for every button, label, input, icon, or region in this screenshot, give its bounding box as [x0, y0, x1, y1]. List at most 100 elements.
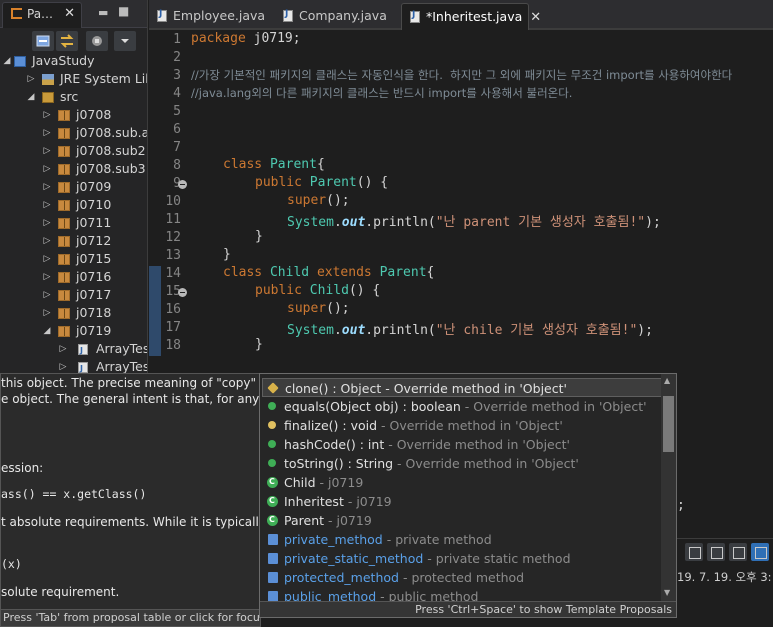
keyword: super	[287, 193, 327, 208]
keyword: class	[223, 157, 263, 172]
proposal-item[interactable]: finalize() : void - Override method in '…	[262, 416, 662, 435]
proposal-item[interactable]: Inheritest - j0719	[262, 491, 662, 511]
proposal-item[interactable]: private_static_method - private static m…	[262, 549, 662, 568]
tree-item[interactable]: ▷ j0718	[0, 304, 147, 322]
tree-item[interactable]: ▷ ArrayTes	[0, 340, 147, 360]
tree-item[interactable]: ▷ j0709	[0, 178, 147, 196]
tree-item[interactable]: ▷ j0708.sub2	[0, 142, 147, 160]
tree-item[interactable]: ▷ j0712	[0, 232, 147, 250]
tree-item[interactable]: ▷ j0716	[0, 268, 147, 286]
proposal-main: finalize() : void	[284, 418, 378, 433]
doc-code-line: ass() == x.getClass()	[1, 487, 147, 501]
maximize-icon[interactable]: ■	[118, 4, 129, 18]
close-icon[interactable]: ✕	[64, 6, 75, 21]
doc-line: solute requirement.	[1, 585, 120, 599]
tree-item[interactable]: ▷ j0715	[0, 250, 147, 268]
view-menu-button[interactable]	[114, 31, 136, 51]
console-clear-icon[interactable]	[685, 543, 703, 561]
tree-item[interactable]: ◢ JavaStudy	[0, 52, 147, 70]
tree-item-label: j0718	[76, 305, 112, 320]
expanded-arrow-icon[interactable]: ◢	[2, 52, 12, 70]
content-assist-popup[interactable]: clone() : Object - Override method in 'O…	[259, 373, 677, 618]
collapsed-arrow-icon[interactable]: ▷	[42, 214, 52, 232]
minimize-icon[interactable]: ▬	[98, 6, 108, 19]
proposal-main: private_method	[284, 532, 383, 547]
focus-on-active-task-button[interactable]	[86, 31, 108, 51]
proposal-item[interactable]: equals(Object obj) : boolean - Override …	[262, 397, 662, 416]
proposal-item[interactable]: clone() : Object - Override method in 'O…	[262, 378, 662, 397]
tree-item[interactable]: ◢ j0719	[0, 322, 147, 340]
template-icon	[268, 553, 278, 564]
tab-employee-java[interactable]: Employee.java	[149, 3, 273, 30]
package-explorer-tab[interactable]: Pa… ✕	[2, 2, 82, 28]
line-number: 11	[165, 212, 181, 227]
proposal-item[interactable]: public_method - public method	[262, 587, 662, 602]
proposal-item[interactable]: Parent - j0719	[262, 510, 662, 530]
string-literal: "난 parent 기본 생성자 호출됨!"	[435, 215, 646, 230]
tree-item[interactable]: ◢ src	[0, 88, 147, 106]
line-number: 13	[165, 248, 181, 263]
collapsed-arrow-icon[interactable]: ▷	[58, 340, 68, 358]
collapsed-arrow-icon[interactable]: ▷	[42, 196, 52, 214]
proposal-main: clone() : Object	[285, 381, 382, 396]
collapsed-arrow-icon[interactable]: ▷	[42, 250, 52, 268]
expanded-arrow-icon[interactable]: ◢	[42, 322, 52, 340]
proposal-item[interactable]: hashCode() : int - Override method in 'O…	[262, 435, 662, 454]
fold-toggle-icon[interactable]	[178, 180, 187, 189]
println-call: .println(	[365, 323, 436, 338]
collapsed-arrow-icon[interactable]: ▷	[42, 178, 52, 196]
line-number: 12	[165, 230, 181, 245]
chevron-up-icon[interactable]: ▲	[664, 376, 670, 385]
code-line-1: package j0719;	[191, 31, 301, 46]
line-number: 9	[151, 176, 181, 191]
close-icon[interactable]: ✕	[530, 10, 541, 25]
collapsed-arrow-icon[interactable]: ▷	[42, 268, 52, 286]
collapse-all-button[interactable]	[32, 31, 54, 51]
call-end: );	[637, 323, 653, 338]
javadoc-hover[interactable]: this object. The precise meaning of "cop…	[0, 373, 266, 627]
call: ();	[326, 193, 350, 208]
collapsed-arrow-icon[interactable]: ▷	[42, 160, 52, 178]
chevron-down-icon[interactable]: ▼	[664, 588, 670, 597]
tree-item[interactable]: ▷ j0710	[0, 196, 147, 214]
tab-inheritest-java[interactable]: *Inheritest.java ✕	[401, 3, 541, 30]
proposal-scrollbar[interactable]: ▲ ▼	[661, 374, 676, 602]
code-line-17: System.out.println("난 chile 기본 생성자 호출됨!"…	[287, 319, 653, 338]
code-line-3: //가장 기본적인 패키지의 클래스는 자동인식을 한다. 하지만 그 외에 패…	[191, 68, 733, 82]
tree-item[interactable]: ▷ j0711	[0, 214, 147, 232]
collapsed-arrow-icon[interactable]: ▷	[26, 70, 36, 88]
tree-item[interactable]: ▷ j0708.sub3	[0, 160, 147, 178]
tab-company-java[interactable]: Company.java	[275, 3, 399, 30]
tree-item[interactable]: ▷ JRE System Lib	[0, 70, 147, 88]
collapsed-arrow-icon[interactable]: ▷	[42, 304, 52, 322]
console-scroll-lock-icon[interactable]	[707, 543, 725, 561]
package-icon	[58, 236, 70, 247]
collapsed-arrow-icon[interactable]: ▷	[42, 124, 52, 142]
console-pin-icon[interactable]	[729, 543, 747, 561]
tree-item[interactable]: ▷ j0708.sub.a	[0, 124, 147, 142]
tree-item-label: j0711	[76, 215, 112, 230]
collapsed-arrow-icon[interactable]: ▷	[42, 106, 52, 124]
link-with-editor-icon	[60, 34, 74, 48]
console-display-icon[interactable]	[751, 543, 769, 561]
link-with-editor-button[interactable]	[56, 31, 78, 51]
proposal-item[interactable]: protected_method - protected method	[262, 568, 662, 587]
tab-label: Employee.java	[173, 8, 266, 23]
proposal-item[interactable]: toString() : String - Override method in…	[262, 454, 662, 473]
proposal-item[interactable]: Child - j0719	[262, 472, 662, 492]
collapsed-arrow-icon[interactable]: ▷	[58, 358, 68, 374]
proposal-list[interactable]: clone() : Object - Override method in 'O…	[260, 374, 662, 602]
collapsed-arrow-icon[interactable]: ▷	[42, 232, 52, 250]
collapsed-arrow-icon[interactable]: ▷	[42, 286, 52, 304]
proposal-detail: private method	[395, 532, 492, 547]
scrollbar-thumb[interactable]	[663, 396, 674, 452]
class-name: Child	[269, 265, 310, 280]
doc-line: this object. The precise meaning of "cop…	[1, 376, 256, 390]
fold-toggle-icon[interactable]	[178, 288, 187, 297]
collapsed-arrow-icon[interactable]: ▷	[42, 142, 52, 160]
tree-item[interactable]: ▷ ArrayTes	[0, 358, 147, 374]
tree-item[interactable]: ▷ j0708	[0, 106, 147, 124]
tree-item[interactable]: ▷ j0717	[0, 286, 147, 304]
expanded-arrow-icon[interactable]: ◢	[26, 88, 36, 106]
proposal-item[interactable]: private_method - private method	[262, 530, 662, 549]
